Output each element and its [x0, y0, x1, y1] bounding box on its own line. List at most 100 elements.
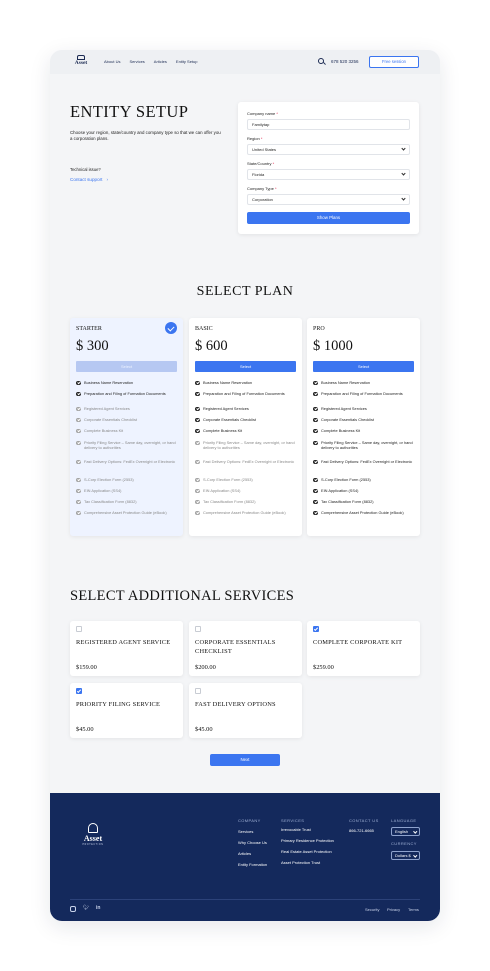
service-card[interactable]: COMPLETE CORPORATE KIT $259.00 — [307, 621, 420, 676]
region-select[interactable]: United States — [247, 144, 410, 155]
top-nav: Asset About Us Services Articles Entity … — [50, 50, 440, 74]
company-type-select[interactable]: Corporation — [247, 194, 410, 205]
service-checkbox[interactable] — [195, 688, 201, 694]
plan-feature: Preparation and Filing of Formation Docu… — [313, 391, 414, 397]
plan-feature-text: Business Name Reservation — [84, 380, 134, 385]
footer-link-asset-protection-trust[interactable]: Asset Protection Trust — [281, 860, 320, 865]
plan-feature: Corporate Essentials Checklist — [313, 417, 414, 423]
plan-feature: Comprehensive Asset Protection Guide (eB… — [195, 510, 296, 516]
plan-feature: S-Corp Election Form (2553) — [313, 477, 414, 483]
service-checkbox[interactable] — [195, 626, 201, 632]
service-card[interactable]: CORPORATE ESSENTIALS CHECKLIST $200.00 — [189, 621, 302, 676]
twitter-icon[interactable]: 🐦︎ — [83, 905, 89, 911]
language-select[interactable]: English — [391, 827, 420, 836]
chevron-down-icon — [412, 828, 417, 833]
plan-name: STARTER — [76, 326, 102, 332]
service-name: CORPORATE ESSENTIALS CHECKLIST — [195, 639, 276, 655]
state-select[interactable]: Florida — [247, 169, 410, 180]
plan-feature-text: S-Corp Election Form (2553) — [203, 477, 253, 482]
check-circle-icon — [313, 459, 318, 465]
plan-select-button[interactable]: Select — [76, 361, 177, 372]
plan-feature-text: Fast Delivery Options: FedEx Overnight o… — [84, 459, 176, 464]
chevron-down-icon — [412, 852, 417, 857]
footer-link-real-estate[interactable]: Real Estate Asset Protection — [281, 849, 332, 854]
service-checkbox[interactable] — [76, 626, 82, 632]
footer-company-heading: COMPANY — [238, 818, 261, 823]
logo-text: Asset — [74, 60, 88, 66]
plan-feature-text: EIN Application (SS4) — [203, 488, 241, 493]
plan-card-pro[interactable]: PRO $ 1000 Select Business Name Reservation… — [307, 318, 420, 536]
chevron-down-icon — [401, 196, 406, 201]
linkedin-icon[interactable]: in — [96, 905, 100, 911]
company-name-input[interactable]: Familytap — [247, 119, 410, 130]
check-circle-icon — [195, 477, 200, 483]
plan-feature: Registered Agent Services — [195, 406, 296, 412]
plan-feature-text: Complete Business Kit — [321, 428, 361, 433]
footer-security-link[interactable]: Security — [365, 907, 379, 912]
plan-feature-text: Tax Classification Form (8832) — [203, 499, 256, 504]
check-circle-icon — [76, 459, 81, 465]
check-circle-icon — [313, 380, 318, 386]
footer-link-entity-formation[interactable]: Entity Formation — [238, 862, 267, 867]
description-line-2: a corporation plans. — [70, 136, 109, 141]
check-circle-icon — [76, 380, 81, 386]
plan-select-button[interactable]: Select — [313, 361, 414, 372]
company-name-label: Company name * — [247, 111, 278, 116]
footer-link-primary-residence[interactable]: Primary Residence Protection — [281, 838, 334, 843]
free-session-button[interactable]: Free session — [369, 56, 419, 68]
check-circle-icon — [76, 440, 81, 446]
service-checkbox[interactable] — [76, 688, 82, 694]
plan-feature-text: Fast Delivery Options: FedEx Overnight o… — [203, 459, 295, 464]
plan-feature: EIN Application (SS4) — [195, 488, 296, 494]
footer-terms-link[interactable]: Terms — [408, 907, 419, 912]
nav-phone[interactable]: 678 520 3256 — [331, 59, 359, 64]
entity-form: Company name * Familytap Region * United… — [238, 102, 419, 234]
plan-feature: Fast Delivery Options: FedEx Overnight o… — [313, 459, 414, 465]
instagram-icon[interactable] — [70, 906, 76, 912]
service-price: $200.00 — [195, 664, 216, 671]
service-card[interactable]: FAST DELIVERY OPTIONS $45.00 — [189, 683, 302, 738]
contact-support-link[interactable]: Contact support › — [70, 177, 108, 182]
footer-privacy-link[interactable]: Privacy — [387, 907, 400, 912]
check-circle-icon — [76, 510, 81, 516]
plan-feature-text: Business Name Reservation — [203, 380, 253, 385]
plan-feature-text: Priority Filing Service – Same day, over… — [84, 440, 176, 451]
footer-link-articles[interactable]: Articles — [238, 851, 251, 856]
plan-card-starter[interactable]: STARTER $ 300 Select Business Name Reservat… — [70, 318, 183, 536]
search-icon[interactable] — [318, 58, 324, 64]
footer-logo[interactable]: Asset PROTECTION — [80, 823, 106, 847]
plan-card-basic[interactable]: BASIC $ 600 Select Business Name Reservatio… — [189, 318, 302, 536]
footer-contact-heading: CONTACT US — [349, 818, 379, 823]
state-label: State/Country * — [247, 161, 275, 166]
description-line-1: Choose your region, state/country and co… — [70, 130, 221, 135]
plan-feature-text: Complete Business Kit — [203, 428, 243, 433]
nav-link-about[interactable]: About Us — [104, 59, 120, 64]
check-circle-icon — [313, 417, 318, 423]
nav-links: About Us Services Articles Entity Setup — [104, 59, 198, 64]
plan-select-button[interactable]: Select — [195, 361, 296, 372]
plan-feature: Complete Business Kit — [76, 428, 177, 434]
service-checkbox[interactable] — [313, 626, 319, 632]
service-card[interactable]: REGISTERED AGENT SERVICE $159.00 — [70, 621, 183, 676]
check-circle-icon — [76, 391, 81, 397]
footer-divider — [70, 899, 420, 900]
show-plans-button[interactable]: Show Plans — [247, 212, 410, 224]
nav-link-articles[interactable]: Articles — [154, 59, 167, 64]
footer-link-services[interactable]: Services — [238, 829, 253, 834]
next-button[interactable]: Next — [210, 754, 280, 766]
check-circle-icon — [313, 488, 318, 494]
service-card[interactable]: PRIORITY FILING SERVICE $45.00 — [70, 683, 183, 738]
currency-select[interactable]: Dollars $ — [391, 851, 420, 860]
footer-link-irrevocable-trust[interactable]: Irrevocable Trust — [281, 827, 311, 832]
nav-link-entity-setup[interactable]: Entity Setup — [176, 59, 198, 64]
check-circle-icon — [195, 440, 200, 446]
logo[interactable]: Asset — [72, 55, 90, 66]
footer-phone[interactable]: 866-721-6665 — [349, 828, 374, 833]
plan-feature-text: Priority Filing Service – Same day, over… — [203, 440, 295, 451]
nav-link-services[interactable]: Services — [129, 59, 144, 64]
check-circle-icon — [195, 459, 200, 465]
check-circle-icon — [313, 510, 318, 516]
footer-link-why-choose-us[interactable]: Why Choose Us — [238, 840, 267, 845]
plan-feature: Preparation and Filing of Formation Docu… — [76, 391, 177, 397]
selected-check-icon — [165, 322, 177, 334]
